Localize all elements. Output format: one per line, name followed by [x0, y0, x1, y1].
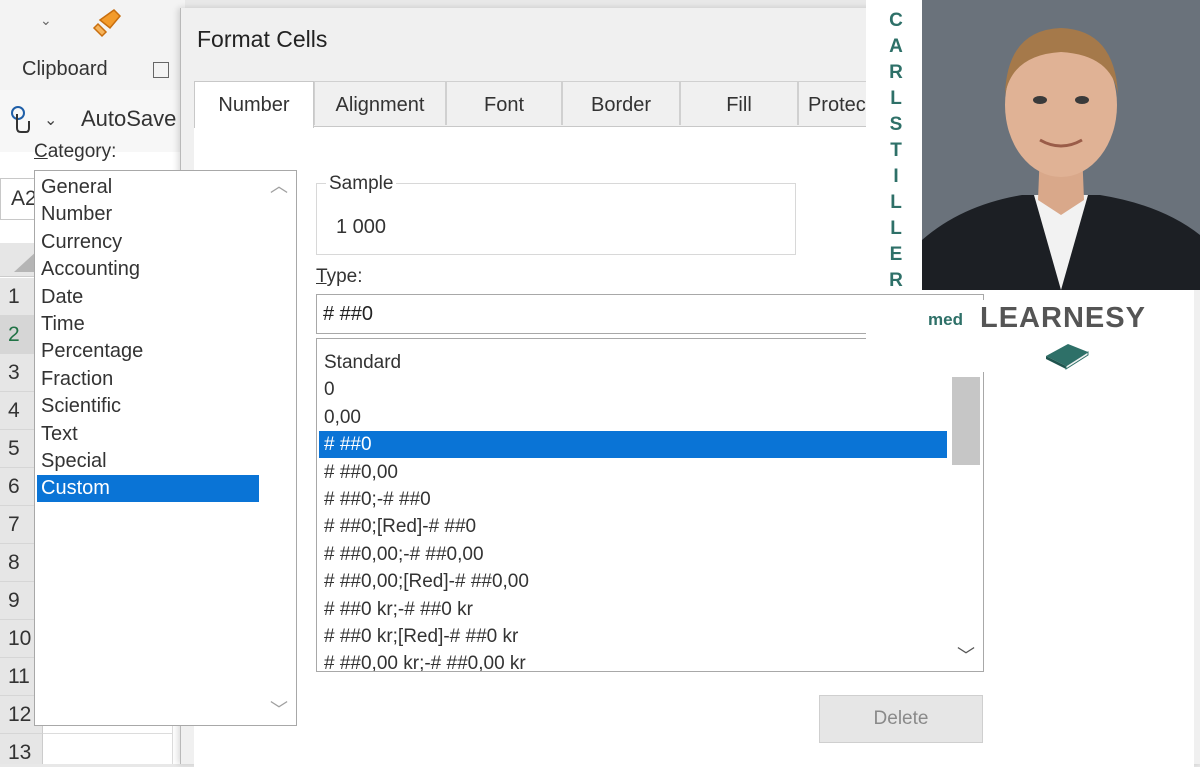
clipboard-group-label: Clipboard [22, 58, 108, 80]
category-item-number[interactable]: Number [37, 201, 259, 228]
category-scrollbar[interactable]: ︿ ﹀ [262, 171, 296, 725]
format-item[interactable]: 0 [319, 376, 947, 403]
name-letter: C [889, 10, 903, 31]
scrollbar-thumb[interactable] [952, 377, 980, 465]
type-label: Type: [316, 266, 363, 287]
name-letter: R [889, 62, 903, 83]
tab-font[interactable]: Font [446, 81, 562, 125]
category-item-fraction[interactable]: Fraction [37, 366, 259, 393]
tab-fill[interactable]: Fill [680, 81, 798, 125]
format-listbox[interactable]: # ##0,00 kr;-# ##0,00 kr # ##0 kr;[Red]-#… [316, 338, 984, 672]
category-item-custom[interactable]: Custom [37, 475, 259, 503]
name-box-value: A2 [11, 187, 37, 210]
category-item-time[interactable]: Time [37, 311, 259, 338]
presenter-photo [922, 0, 1200, 290]
format-item[interactable]: # ##0,00;-# ##0,00 [319, 541, 947, 568]
brand-logo-text: LEARNESY [980, 302, 1146, 334]
touch-mode-icon[interactable] [6, 104, 32, 134]
category-item-accounting[interactable]: Accounting [37, 256, 259, 283]
vertical-name: CARLSTILLER [881, 8, 911, 294]
name-letter: L [890, 192, 902, 213]
name-letter: E [889, 244, 903, 265]
format-item[interactable]: # ##0;[Red]-# ##0 [319, 513, 947, 540]
book-icon [1046, 344, 1089, 370]
autosave-label[interactable]: AutoSave [81, 106, 176, 132]
name-letter: T [890, 140, 902, 161]
category-item-general[interactable]: General [37, 174, 259, 201]
tab-number[interactable]: Number [194, 81, 314, 128]
name-letter: L [890, 88, 902, 109]
ribbon: ⌄ Clipboard [0, 0, 185, 90]
sheet-row: 13 [0, 734, 185, 764]
format-item[interactable]: # ##0;-# ##0 [319, 486, 947, 513]
category-listbox[interactable]: Custom Special Text Scientific Fraction Perce… [34, 170, 297, 726]
category-item-percentage[interactable]: Percentage [37, 338, 259, 365]
tab-border[interactable]: Border [562, 81, 680, 125]
scroll-down-icon[interactable]: ﹀ [262, 695, 296, 725]
format-item[interactable]: 0,00 [319, 404, 947, 431]
format-item[interactable]: # ##0 kr;-# ##0 kr [319, 596, 947, 623]
format-painter-icon[interactable] [92, 6, 126, 38]
sample-label: Sample [326, 173, 397, 195]
format-item[interactable]: # ##0,00 kr;-# ##0,00 kr [319, 650, 947, 671]
category-item-date[interactable]: Date [37, 284, 259, 311]
category-item-text[interactable]: Text [37, 421, 259, 448]
format-scrollbar[interactable]: ︿ ﹀ [949, 339, 983, 671]
dialog-launcher-icon[interactable] [153, 62, 169, 78]
name-letter: S [889, 114, 903, 135]
tab-alignment[interactable]: Alignment [314, 81, 446, 125]
scroll-up-icon[interactable]: ︿ [262, 171, 296, 201]
format-item[interactable]: # ##0 [319, 431, 947, 459]
sample-value: 1 000 [336, 216, 387, 238]
brand-med: med [928, 310, 963, 329]
category-item-scientific[interactable]: Scientific [37, 393, 259, 420]
format-item[interactable]: # ##0,00;[Red]-# ##0,00 [319, 568, 947, 595]
customize-toolbar-icon[interactable]: ⌄ [44, 110, 57, 130]
format-item[interactable]: # ##0 kr;[Red]-# ##0 kr [319, 623, 947, 650]
name-letter: A [889, 36, 903, 57]
category-item-currency[interactable]: Currency [37, 229, 259, 256]
format-item[interactable]: Standard [319, 349, 947, 376]
dialog-title: Format Cells [197, 26, 328, 52]
format-item[interactable]: # ##0,00 [319, 459, 947, 486]
scroll-down-icon[interactable]: ﹀ [949, 641, 983, 671]
name-letter: I [893, 166, 899, 187]
cell[interactable] [43, 734, 173, 764]
category-label: Category: [34, 141, 117, 162]
category-item-special[interactable]: Special [37, 448, 259, 475]
name-letter: L [890, 218, 902, 239]
delete-button[interactable]: Delete [819, 695, 983, 743]
chevron-down-icon[interactable]: ⌄ [40, 12, 52, 29]
row-header[interactable]: 13 [0, 734, 43, 764]
name-letter: R [889, 270, 903, 291]
